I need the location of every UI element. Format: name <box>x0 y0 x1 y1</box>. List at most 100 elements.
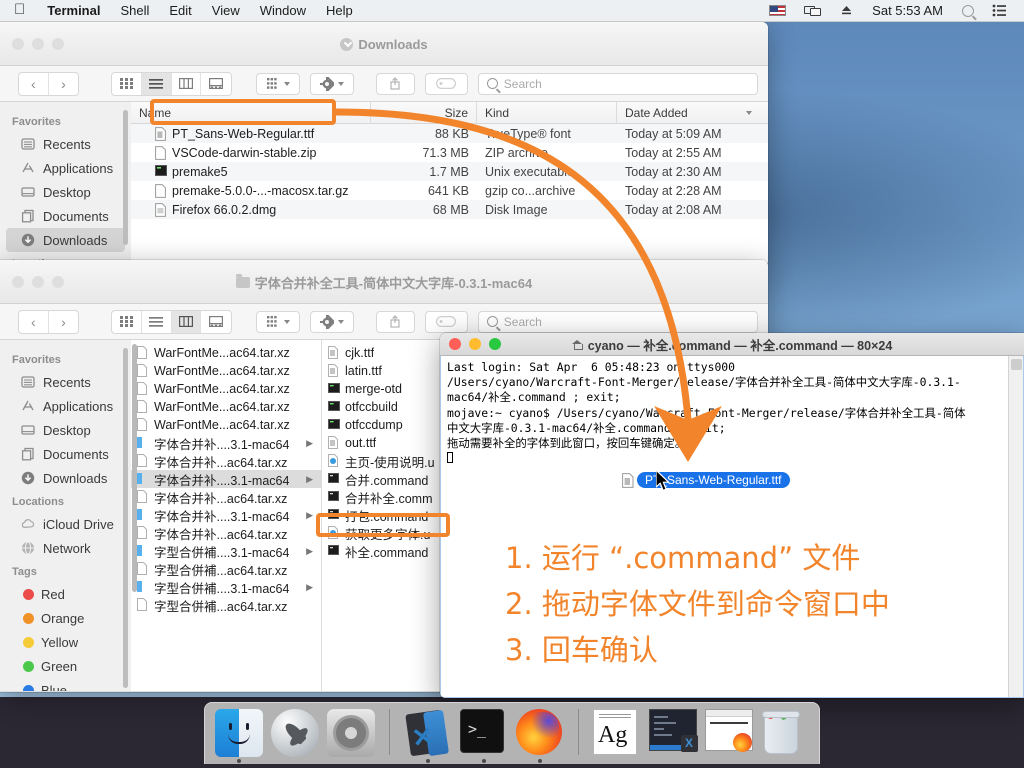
sidebar-tag-orange[interactable]: Orange <box>6 606 125 630</box>
finder-tool-sidebar[interactable]: Favorites Recents Applications Desktop D… <box>0 340 131 691</box>
finder-downloads-toolbar[interactable]: ‹ › Search <box>0 66 768 102</box>
sidebar-item-documents[interactable]: Documents <box>6 442 125 466</box>
file-list-column-headers[interactable]: Name Size Kind Date Added <box>131 102 768 124</box>
list-item[interactable]: WarFontMe...ac64.tar.xz <box>131 344 321 362</box>
search-input[interactable]: Search <box>477 72 758 95</box>
sidebar-item-downloads[interactable]: Downloads <box>6 466 125 490</box>
sidebar-item-desktop[interactable]: Desktop <box>6 180 125 204</box>
terminal-scrollbar[interactable] <box>1008 356 1023 697</box>
window-controls-terminal[interactable] <box>440 338 501 350</box>
sidebar-item-recents[interactable]: Recents <box>6 132 125 156</box>
sidebar-item-icloud-drive[interactable]: iCloud Drive <box>6 512 125 536</box>
apple-logo-icon[interactable]:  <box>0 2 37 17</box>
sidebar-item-recents[interactable]: Recents <box>6 370 125 394</box>
dock-item-vscode[interactable]: ✕ <box>404 709 452 763</box>
finder-tool-titlebar[interactable]: 字体合并补全工具-简体中文大字库-0.3.1-mac64 <box>0 260 768 304</box>
menu-item-help[interactable]: Help <box>316 3 363 18</box>
back-button[interactable]: ‹ <box>19 72 49 95</box>
minimize-button[interactable] <box>469 338 481 350</box>
dock-item-vscode-window[interactable] <box>649 709 698 757</box>
zoom-button[interactable] <box>489 338 501 350</box>
zoom-button[interactable] <box>52 37 64 50</box>
action-gear-button[interactable] <box>310 72 354 95</box>
sidebar-tag-blue[interactable]: Blue <box>6 678 125 691</box>
action-gear-button[interactable] <box>310 310 354 333</box>
dock-item-firefox[interactable] <box>516 709 564 763</box>
sidebar-item-network[interactable]: Network <box>6 536 125 560</box>
list-item[interactable]: 字体合并补...ac64.tar.xz <box>131 488 321 506</box>
list-item[interactable]: 字体合并补...ac64.tar.xz <box>131 452 321 470</box>
dock-item-font-preview-window[interactable]: Ag <box>593 709 641 757</box>
column-view-icon[interactable] <box>172 72 202 95</box>
dock-item-terminal[interactable]: >_ <box>460 709 508 763</box>
minimize-button[interactable] <box>32 275 44 288</box>
eject-icon[interactable] <box>831 4 862 17</box>
list-item[interactable]: 字型合併補...ac64.tar.xz <box>131 560 321 578</box>
dock-item-finder[interactable] <box>215 709 263 763</box>
list-item[interactable]: 字体合并补...ac64.tar.xz <box>131 524 321 542</box>
icon-view-icon[interactable] <box>112 310 142 333</box>
table-row[interactable]: PT_Sans-Web-Regular.ttf 88 KB TrueType® … <box>131 124 768 143</box>
zoom-button[interactable] <box>52 275 64 288</box>
sidebar-item-downloads[interactable]: Downloads <box>6 228 125 252</box>
list-item[interactable]: WarFontMe...ac64.tar.xz <box>131 398 321 416</box>
tag-button[interactable] <box>424 72 468 95</box>
sidebar-item-applications[interactable]: Applications <box>6 156 125 180</box>
gallery-view-icon[interactable] <box>201 311 231 333</box>
sidebar-tag-red[interactable]: Red <box>6 582 125 606</box>
minimize-button[interactable] <box>32 37 44 50</box>
icon-view-icon[interactable] <box>112 72 142 95</box>
list-item[interactable]: WarFontMe...ac64.tar.xz <box>131 416 321 434</box>
screen-mirroring-icon[interactable] <box>795 5 831 17</box>
share-button[interactable] <box>376 310 415 333</box>
close-button[interactable] <box>449 338 461 350</box>
menu-item-shell[interactable]: Shell <box>110 3 159 18</box>
table-row[interactable]: VSCode-darwin-stable.zip 71.3 MB ZIP arc… <box>131 143 768 162</box>
sidebar-item-applications[interactable]: Applications <box>6 394 125 418</box>
share-button[interactable] <box>376 72 415 95</box>
finder-downloads-sidebar[interactable]: Favorites Recents Applications Desktop D… <box>0 102 131 267</box>
sidebar-scrollbar[interactable] <box>123 110 128 245</box>
list-item[interactable]: WarFontMe...ac64.tar.xz <box>131 362 321 380</box>
spotlight-search-icon[interactable] <box>953 4 983 17</box>
table-row[interactable]: Firefox 66.0.2.dmg 68 MB Disk Image Toda… <box>131 200 768 219</box>
sidebar-tag-green[interactable]: Green <box>6 654 125 678</box>
sidebar-scrollbar[interactable] <box>123 348 128 688</box>
menu-bar[interactable]:  Terminal Shell Edit View Window Help S… <box>0 0 1024 22</box>
menu-item-edit[interactable]: Edit <box>159 3 201 18</box>
finder-downloads-file-list[interactable]: Name Size Kind Date Added PT_Sans-Web-Re… <box>131 102 768 267</box>
view-mode-switcher-tool[interactable] <box>111 309 232 334</box>
list-item[interactable]: 字型合併補...ac64.tar.xz <box>131 596 321 614</box>
menu-bar-clock[interactable]: Sat 5:53 AM <box>862 3 953 18</box>
control-center-icon[interactable] <box>983 4 1016 17</box>
column-header-kind[interactable]: Kind <box>477 102 617 124</box>
finder-downloads-titlebar[interactable]: Downloads <box>0 22 768 66</box>
table-row[interactable]: premake-5.0.0-...-macosx.tar.gz 641 KB g… <box>131 181 768 200</box>
forward-button[interactable]: › <box>49 73 79 95</box>
window-controls-tool[interactable] <box>0 275 64 288</box>
gallery-view-icon[interactable] <box>201 73 231 95</box>
list-item[interactable]: WarFontMe...ac64.tar.xz <box>131 380 321 398</box>
list-item[interactable]: 字体合并补....3.1-mac64 ▶ <box>131 506 321 524</box>
dock-item-launchpad[interactable] <box>271 709 319 757</box>
scrollbar-knob[interactable] <box>1011 359 1022 370</box>
column-header-size[interactable]: Size <box>371 102 477 124</box>
list-view-icon[interactable] <box>142 72 172 95</box>
group-by-button[interactable] <box>256 72 300 95</box>
search-input[interactable]: Search <box>477 310 758 333</box>
dock[interactable]: ✕ >_ Ag <box>204 702 820 764</box>
tag-button[interactable] <box>424 310 468 333</box>
column-header-date-added[interactable]: Date Added <box>617 102 768 124</box>
forward-button[interactable]: › <box>49 311 79 333</box>
dock-item-trash[interactable] <box>761 709 809 757</box>
nav-buttons-downloads[interactable]: ‹ › <box>18 71 80 96</box>
dock-item-firefox-window[interactable] <box>705 709 753 757</box>
dock-item-system-preferences[interactable] <box>327 709 375 757</box>
group-by-button[interactable] <box>256 310 300 333</box>
terminal-titlebar[interactable]: cyano — 补全.command — 补全.command — 80×24 <box>440 333 1024 356</box>
sidebar-item-desktop[interactable]: Desktop <box>6 418 125 442</box>
list-view-icon[interactable] <box>142 310 172 333</box>
finder-window-downloads[interactable]: Downloads ‹ › Search Favorites Recents A… <box>0 22 768 267</box>
close-button[interactable] <box>12 275 24 288</box>
list-item[interactable]: 字体合并补....3.1-mac64 ▶ <box>131 470 321 488</box>
